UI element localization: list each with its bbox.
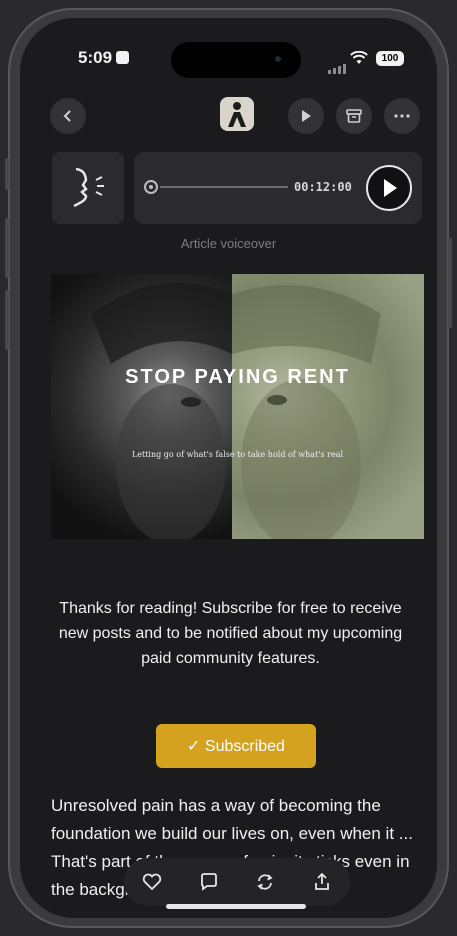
portrait-shading [91, 282, 381, 539]
volume-down-button [5, 290, 9, 350]
battery-indicator: 100 [376, 51, 404, 66]
wifi-icon [350, 51, 368, 64]
voiceover-thumbnail [52, 152, 124, 224]
screen: 5:09 100 00:12:00 Article voiceover STOP… [20, 18, 437, 918]
comment-button[interactable] [198, 871, 220, 893]
top-nav [20, 94, 437, 138]
back-icon [63, 110, 71, 122]
play-header-button[interactable] [288, 98, 324, 134]
home-indicator[interactable] [166, 904, 306, 909]
archive-icon [346, 109, 362, 123]
more-icon [394, 114, 410, 118]
focus-badge-icon [116, 51, 130, 65]
status-time: 5:09 [78, 48, 130, 68]
restack-button[interactable] [254, 871, 276, 893]
scrubber-handle[interactable] [144, 180, 158, 194]
progress-line[interactable] [160, 186, 288, 188]
like-button[interactable] [141, 871, 163, 893]
restack-icon [257, 874, 273, 890]
playback-track[interactable]: 00:12:00 [134, 152, 422, 224]
camera-icon [275, 56, 281, 62]
status-bar: 5:09 100 [20, 18, 437, 88]
action-button [5, 158, 9, 190]
more-button[interactable] [384, 98, 420, 134]
share-icon [314, 872, 329, 890]
share-button[interactable] [311, 871, 333, 893]
back-button[interactable] [50, 98, 86, 134]
hero-image: STOP PAYING RENT Letting go of what's fa… [51, 274, 424, 539]
hero-title: STOP PAYING RENT [125, 366, 350, 388]
dynamic-island [171, 42, 301, 78]
play-icon [384, 179, 397, 197]
audio-player: 00:12:00 [52, 152, 422, 224]
archive-button[interactable] [336, 98, 372, 134]
hero-subtitle: Letting go of what's false to take hold … [131, 450, 344, 459]
comment-icon [200, 873, 217, 891]
time-text: 5:09 [78, 48, 113, 67]
speaking-face-icon [73, 167, 104, 208]
volume-up-button [5, 218, 9, 278]
play-voiceover-button[interactable] [366, 165, 412, 211]
subscribe-message: Thanks for reading! Subscribe for free t… [58, 600, 403, 667]
voiceover-caption: Article voiceover [180, 236, 277, 251]
logo-figure-icon [220, 97, 254, 131]
play-icon [302, 110, 311, 122]
heart-icon [143, 873, 162, 891]
publication-logo[interactable] [220, 97, 254, 131]
subscribed-button[interactable]: ✓ Subscribed [156, 724, 316, 768]
signal-icon [328, 56, 348, 74]
side-button [448, 238, 452, 328]
action-bar [124, 858, 350, 906]
duration-label: 00:12:00 [294, 180, 352, 194]
